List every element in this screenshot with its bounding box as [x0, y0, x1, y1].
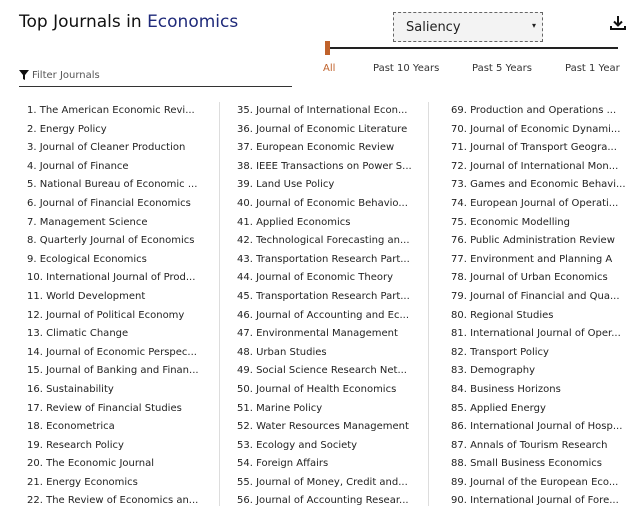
journal-link[interactable]: 20. The Economic Journal: [27, 455, 217, 474]
time-option-10-years[interactable]: Past 10 Years: [373, 63, 439, 74]
journal-link[interactable]: 46. Journal of Accounting and Ec...: [237, 307, 427, 326]
journal-link[interactable]: 49. Social Science Research Net...: [237, 362, 427, 381]
journal-link[interactable]: 88. Small Business Economics: [451, 455, 640, 474]
journal-link[interactable]: 22. The Review of Economics an...: [27, 492, 217, 511]
journal-link[interactable]: 75. Economic Modelling: [451, 214, 640, 233]
time-slider-track[interactable]: [328, 47, 618, 49]
journal-link[interactable]: 51. Marine Policy: [237, 400, 427, 419]
journal-link[interactable]: 45. Transportation Research Part...: [237, 288, 427, 307]
journal-link[interactable]: 50. Journal of Health Economics: [237, 381, 427, 400]
journal-link[interactable]: 82. Transport Policy: [451, 344, 640, 363]
sort-select-value: Saliency: [406, 20, 461, 35]
journal-link[interactable]: 2. Energy Policy: [27, 121, 217, 140]
journal-link[interactable]: 7. Management Science: [27, 214, 217, 233]
journal-link[interactable]: 16. Sustainability: [27, 381, 217, 400]
journal-link[interactable]: 13. Climatic Change: [27, 325, 217, 344]
journal-link[interactable]: 53. Ecology and Society: [237, 437, 427, 456]
journal-link[interactable]: 71. Journal of Transport Geogra...: [451, 139, 640, 158]
chevron-down-icon: ▾: [531, 21, 536, 30]
journal-link[interactable]: 55. Journal of Money, Credit and...: [237, 474, 427, 493]
journal-link[interactable]: 56. Journal of Accounting Resear...: [237, 492, 427, 511]
filter-journals-input[interactable]: Filter Journals: [19, 68, 292, 87]
journal-link[interactable]: 44. Journal of Economic Theory: [237, 269, 427, 288]
journal-link[interactable]: 76. Public Administration Review: [451, 232, 640, 251]
time-option-all[interactable]: All: [323, 63, 335, 74]
journal-link[interactable]: 74. European Journal of Operati...: [451, 195, 640, 214]
journal-link[interactable]: 4. Journal of Finance: [27, 158, 217, 177]
time-option-1-year[interactable]: Past 1 Year: [565, 63, 620, 74]
journal-link[interactable]: 52. Water Resources Management: [237, 418, 427, 437]
journal-link[interactable]: 12. Journal of Political Economy: [27, 307, 217, 326]
journal-link[interactable]: 8. Quarterly Journal of Economics: [27, 232, 217, 251]
title-prefix: Top Journals in: [19, 12, 148, 32]
journal-column-1: 1. The American Economic Revi... 2. Energ…: [27, 102, 217, 511]
funnel-icon: [19, 70, 29, 80]
journal-link[interactable]: 38. IEEE Transactions on Power S...: [237, 158, 427, 177]
journal-column-2: 35. Journal of International Econ... 36. …: [237, 102, 427, 511]
journal-link[interactable]: 77. Environment and Planning A: [451, 251, 640, 270]
journal-link[interactable]: 18. Econometrica: [27, 418, 217, 437]
journal-link[interactable]: 10. International Journal of Prod...: [27, 269, 217, 288]
journal-link[interactable]: 84. Business Horizons: [451, 381, 640, 400]
journal-link[interactable]: 89. Journal of the European Eco...: [451, 474, 640, 493]
journal-link[interactable]: 90. International Journal of Fore...: [451, 492, 640, 511]
journal-link[interactable]: 80. Regional Studies: [451, 307, 640, 326]
journal-link[interactable]: 5. National Bureau of Economic ...: [27, 176, 217, 195]
journal-link[interactable]: 35. Journal of International Econ...: [237, 102, 427, 121]
journal-link[interactable]: 36. Journal of Economic Literature: [237, 121, 427, 140]
journal-link[interactable]: 78. Journal of Urban Economics: [451, 269, 640, 288]
page-title: Top Journals in Economics: [19, 12, 238, 32]
journal-link[interactable]: 9. Ecological Economics: [27, 251, 217, 270]
journal-link[interactable]: 69. Production and Operations ...: [451, 102, 640, 121]
journal-link[interactable]: 11. World Development: [27, 288, 217, 307]
journal-link[interactable]: 17. Review of Financial Studies: [27, 400, 217, 419]
journal-link[interactable]: 15. Journal of Banking and Finan...: [27, 362, 217, 381]
journal-link[interactable]: 14. Journal of Economic Perspec...: [27, 344, 217, 363]
journal-link[interactable]: 40. Journal of Economic Behavio...: [237, 195, 427, 214]
time-slider-thumb[interactable]: [325, 41, 330, 55]
journal-link[interactable]: 39. Land Use Policy: [237, 176, 427, 195]
journal-link[interactable]: 79. Journal of Financial and Qua...: [451, 288, 640, 307]
journal-link[interactable]: 42. Technological Forecasting an...: [237, 232, 427, 251]
journal-link[interactable]: 3. Journal of Cleaner Production: [27, 139, 217, 158]
column-divider: [219, 102, 220, 506]
journal-link[interactable]: 47. Environmental Management: [237, 325, 427, 344]
journal-link[interactable]: 83. Demography: [451, 362, 640, 381]
journal-link[interactable]: 81. International Journal of Oper...: [451, 325, 640, 344]
column-divider: [428, 102, 429, 506]
download-icon[interactable]: [609, 14, 627, 32]
journal-link[interactable]: 73. Games and Economic Behavi...: [451, 176, 640, 195]
filter-placeholder: Filter Journals: [32, 70, 100, 81]
time-option-5-years[interactable]: Past 5 Years: [472, 63, 532, 74]
title-field: Economics: [147, 12, 239, 32]
journal-link[interactable]: 70. Journal of Economic Dynami...: [451, 121, 640, 140]
journal-link[interactable]: 37. European Economic Review: [237, 139, 427, 158]
journal-link[interactable]: 54. Foreign Affairs: [237, 455, 427, 474]
journal-column-3: 69. Production and Operations ... 70. Jou…: [451, 102, 640, 511]
sort-select[interactable]: Saliency ▾: [393, 12, 543, 42]
journal-link[interactable]: 87. Annals of Tourism Research: [451, 437, 640, 456]
journal-link[interactable]: 85. Applied Energy: [451, 400, 640, 419]
journal-link[interactable]: 6. Journal of Financial Economics: [27, 195, 217, 214]
journal-link[interactable]: 19. Research Policy: [27, 437, 217, 456]
journal-link[interactable]: 72. Journal of International Mon...: [451, 158, 640, 177]
journal-link[interactable]: 21. Energy Economics: [27, 474, 217, 493]
journal-link[interactable]: 86. International Journal of Hosp...: [451, 418, 640, 437]
journal-link[interactable]: 43. Transportation Research Part...: [237, 251, 427, 270]
journal-link[interactable]: 1. The American Economic Revi...: [27, 102, 217, 121]
journal-link[interactable]: 48. Urban Studies: [237, 344, 427, 363]
journal-link[interactable]: 41. Applied Economics: [237, 214, 427, 233]
